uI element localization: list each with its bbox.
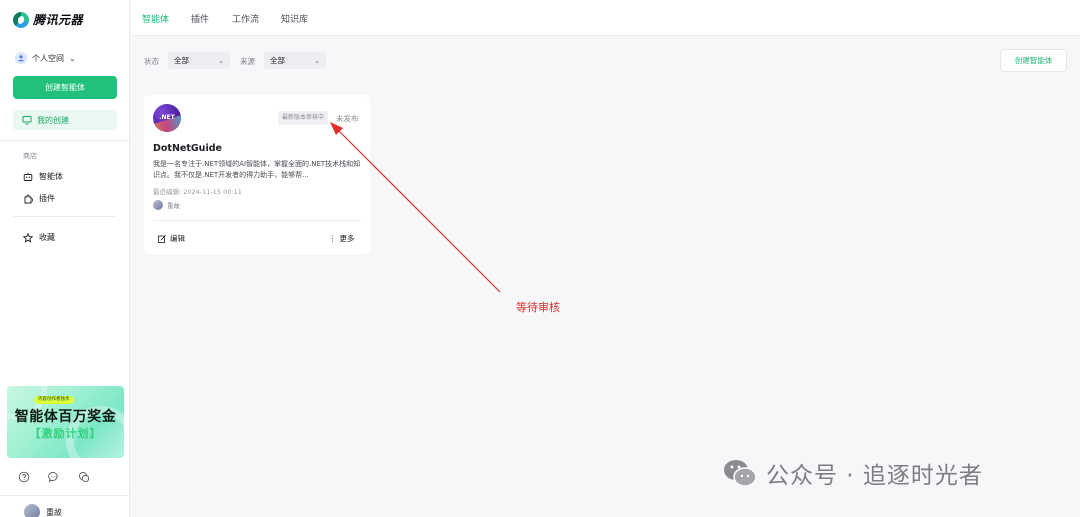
sidebar-item-label: 收藏 — [39, 233, 55, 242]
status-filter-select[interactable]: 全部 ⌄ — [168, 52, 230, 69]
top-nav: 智能体 插件 工作流 知识库 — [131, 0, 1080, 36]
divider — [0, 140, 130, 141]
annotation-arrow — [330, 122, 501, 293]
source-filter-value: 全部 — [270, 56, 285, 65]
source-filter-select[interactable]: 全部 ⌄ — [264, 52, 326, 69]
user-icon — [15, 52, 27, 64]
review-status-badge: 最新版本审核中 — [278, 111, 329, 125]
sidebar-item-label: 插件 — [39, 194, 55, 203]
chevron-down-icon: ⌄ — [314, 56, 320, 65]
divider — [0, 495, 130, 496]
tab-agents[interactable]: 智能体 — [142, 12, 169, 25]
create-agent-button[interactable]: 创建智能体 — [13, 76, 117, 99]
divider — [153, 220, 361, 221]
star-icon — [23, 232, 33, 243]
logo-icon — [13, 11, 29, 28]
more-button[interactable]: ⋮ 更多 — [329, 233, 355, 244]
more-label: 更多 — [339, 234, 355, 243]
edit-button[interactable]: 编辑 — [158, 233, 185, 244]
sidebar-bottom-icons — [18, 471, 90, 483]
tab-knowledge-base[interactable]: 知识库 — [281, 12, 308, 25]
status-filter-value: 全部 — [174, 56, 189, 65]
help-icon[interactable] — [18, 471, 30, 483]
tab-plugins[interactable]: 插件 — [191, 12, 209, 25]
watermark: 公众号 · 追逐时光者 — [722, 456, 983, 490]
avatar — [153, 200, 163, 210]
incentive-banner[interactable]: 内容创作者独享 智能体百万奖金 【激励计划】 — [7, 386, 124, 458]
create-agent-top-button[interactable]: 创建智能体 — [1000, 49, 1067, 72]
banner-subtitle: 【激励计划】 — [29, 427, 102, 440]
sidebar-item-plugins[interactable]: 插件 — [23, 193, 55, 204]
source-filter-label: 来源 — [240, 57, 255, 66]
sidebar-item-my-creations[interactable]: 我的创建 — [13, 110, 117, 130]
edit-label: 编辑 — [170, 234, 185, 243]
tab-workflows[interactable]: 工作流 — [232, 12, 259, 25]
sidebar: 腾讯元器 个人空间 ⌄ 创建智能体 我的创建 商店 智能体 插件 收藏 内容创作… — [0, 0, 130, 517]
edit-icon — [158, 234, 166, 243]
sidebar-item-agents[interactable]: 智能体 — [23, 171, 63, 182]
more-icon: ⋮ — [329, 234, 337, 243]
status-filter-label: 状态 — [144, 57, 159, 66]
community-icon[interactable] — [78, 471, 90, 483]
chevron-down-icon: ⌄ — [69, 53, 76, 63]
plugin-icon — [24, 194, 33, 203]
user-name: 重故 — [46, 507, 62, 517]
agent-avatar: .NET — [153, 104, 181, 132]
agent-avatar-text: .NET — [159, 114, 175, 121]
chat-icon[interactable] — [48, 471, 60, 483]
logo[interactable]: 腾讯元器 — [13, 11, 83, 28]
robot-icon — [23, 172, 33, 181]
logo-text: 腾讯元器 — [33, 13, 84, 27]
owner-name: 重故 — [167, 202, 180, 210]
divider — [13, 216, 117, 217]
banner-title: 智能体百万奖金 — [14, 409, 117, 425]
wechat-icon — [724, 460, 757, 487]
sidebar-item-favorites[interactable]: 收藏 — [23, 232, 55, 243]
store-section-title: 商店 — [23, 152, 37, 160]
agent-card[interactable]: .NET 最新版本审核中 未发布 DotNetGuide 我是一名专注于.NET… — [144, 95, 370, 254]
chevron-down-icon: ⌄ — [218, 56, 224, 65]
space-selector[interactable]: 个人空间 ⌄ — [15, 52, 76, 64]
user-profile[interactable]: 重故 — [24, 504, 62, 517]
sidebar-item-label: 智能体 — [39, 172, 63, 181]
agent-name: DotNetGuide — [153, 143, 222, 154]
banner-pill: 内容创作者独享 — [34, 396, 74, 404]
annotation-text: 等待审核 — [516, 301, 560, 314]
agent-description: 我是一名专注于.NET领域的AI智能体，掌握全面的.NET技术栈和知识点。我不仅… — [153, 160, 361, 179]
publish-status: 未发布 — [336, 114, 359, 123]
last-edited: 最近编辑: 2024-11-15 00:11 — [153, 188, 242, 196]
agent-owner: 重故 — [153, 200, 180, 210]
watermark-text: 公众号 · 追逐时光者 — [766, 463, 983, 489]
sidebar-item-label: 我的创建 — [37, 115, 69, 125]
monitor-icon — [22, 116, 32, 125]
avatar — [24, 504, 40, 517]
space-label: 个人空间 — [32, 53, 64, 63]
